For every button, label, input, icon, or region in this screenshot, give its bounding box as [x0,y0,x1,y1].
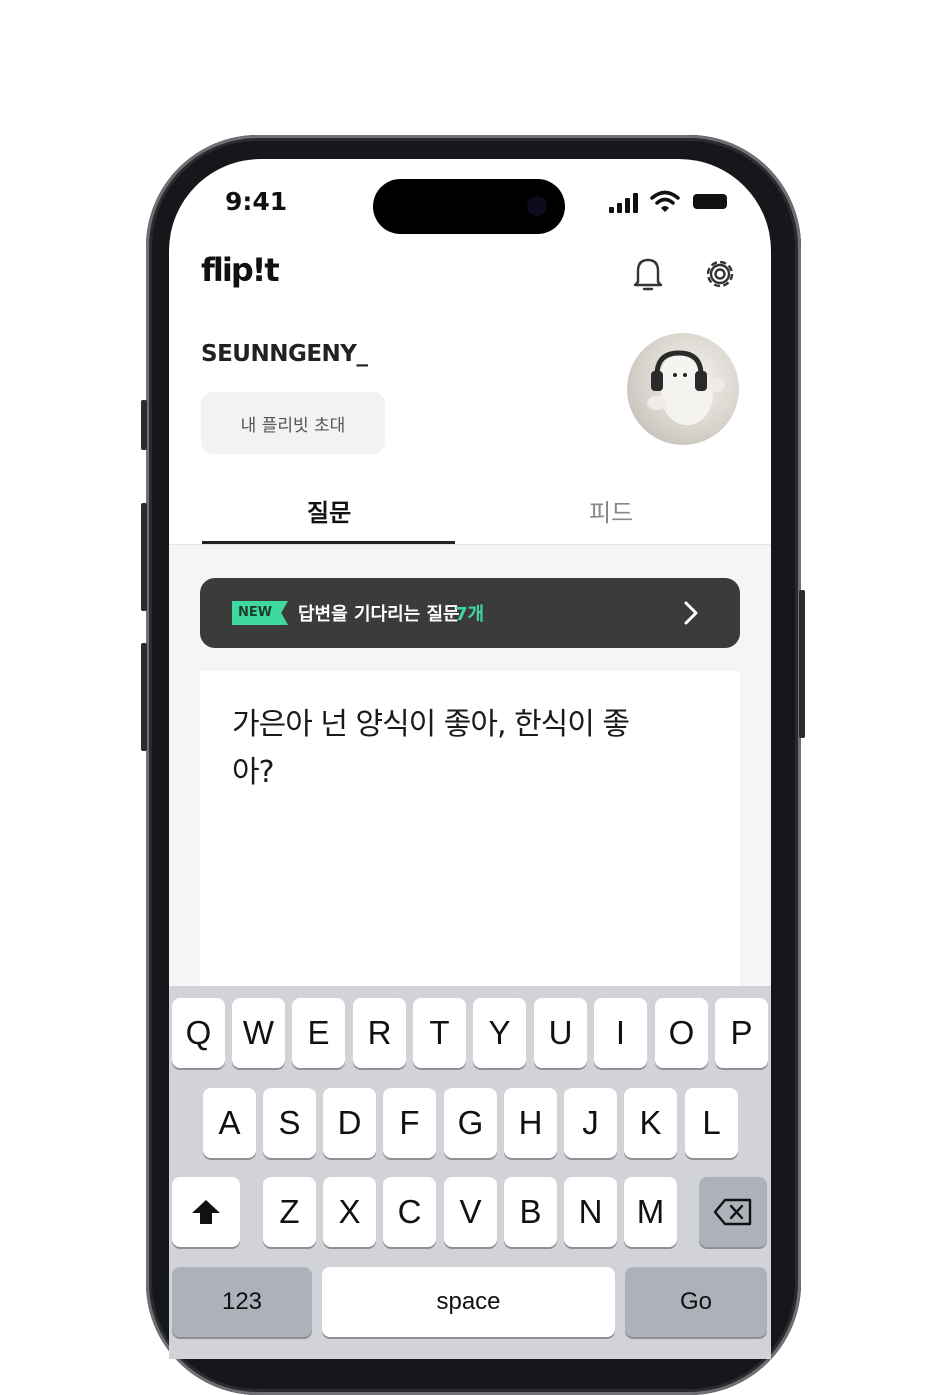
key-f[interactable]: F [383,1088,436,1158]
key-c[interactable]: C [383,1177,436,1247]
volume-up-button [141,503,147,611]
key-m[interactable]: M [624,1177,677,1247]
banner-text: 답변을 기다리는 질문 [298,604,460,625]
backspace-key[interactable] [699,1177,767,1247]
tab-question[interactable]: 질문 [307,493,351,528]
key-h[interactable]: H [504,1088,557,1158]
power-button [799,590,805,738]
key-i[interactable]: I [594,998,647,1068]
key-o[interactable]: O [655,998,708,1068]
go-key[interactable]: Go [625,1267,767,1337]
screen: 9:41 flip!t SEUNNGENY_ 내 플리빗 초대 질문 피드 NE… [169,159,771,1359]
question-line-1: 가은아 넌 양식이 좋아, 한식이 좋 [232,707,630,742]
question-text: 가은아 넌 양식이 좋아, 한식이 좋 아? [232,701,652,797]
pending-questions-banner[interactable]: NEW 답변을 기다리는 질문 7개 [200,578,740,648]
shift-key[interactable] [172,1177,240,1247]
key-s[interactable]: S [263,1088,316,1158]
key-a[interactable]: A [203,1088,256,1158]
app-logo: flip!t [201,251,280,289]
numbers-key[interactable]: 123 [172,1267,312,1337]
key-r[interactable]: R [353,998,406,1068]
status-time: 9:41 [225,187,288,216]
key-p[interactable]: P [715,998,768,1068]
tab-feed[interactable]: 피드 [589,493,633,528]
key-u[interactable]: U [534,998,587,1068]
cellular-signal-icon [609,193,639,213]
avatar[interactable] [627,333,739,445]
key-l[interactable]: L [685,1088,738,1158]
key-z[interactable]: Z [263,1177,316,1247]
key-x[interactable]: X [323,1177,376,1247]
key-y[interactable]: Y [473,998,526,1068]
key-j[interactable]: J [564,1088,617,1158]
wifi-icon [650,190,680,212]
battery-icon [693,194,727,209]
banner-count: 7개 [455,604,485,625]
volume-down-button [141,643,147,751]
avatar-image [647,350,725,425]
invite-button[interactable]: 내 플리빗 초대 [201,392,385,454]
dynamic-island [373,179,565,234]
username: SEUNNGENY_ [201,341,368,367]
key-g[interactable]: G [444,1088,497,1158]
chevron-right-icon [684,601,698,625]
key-b[interactable]: B [504,1177,557,1247]
key-w[interactable]: W [232,998,285,1068]
gear-icon[interactable] [701,255,739,293]
space-key[interactable]: space [322,1267,615,1337]
shift-icon [192,1200,220,1224]
key-e[interactable]: E [292,998,345,1068]
keyboard: Q W E R T Y U I O P A S D F G H J K L Z … [169,986,771,1359]
key-n[interactable]: N [564,1177,617,1247]
key-v[interactable]: V [444,1177,497,1247]
question-line-2: 아? [232,755,275,790]
bell-icon[interactable] [631,255,665,293]
key-q[interactable]: Q [172,998,225,1068]
key-d[interactable]: D [323,1088,376,1158]
key-k[interactable]: K [624,1088,677,1158]
action-button [141,400,147,450]
backspace-icon [713,1198,752,1226]
key-t[interactable]: T [413,998,466,1068]
new-badge: NEW [232,601,288,625]
